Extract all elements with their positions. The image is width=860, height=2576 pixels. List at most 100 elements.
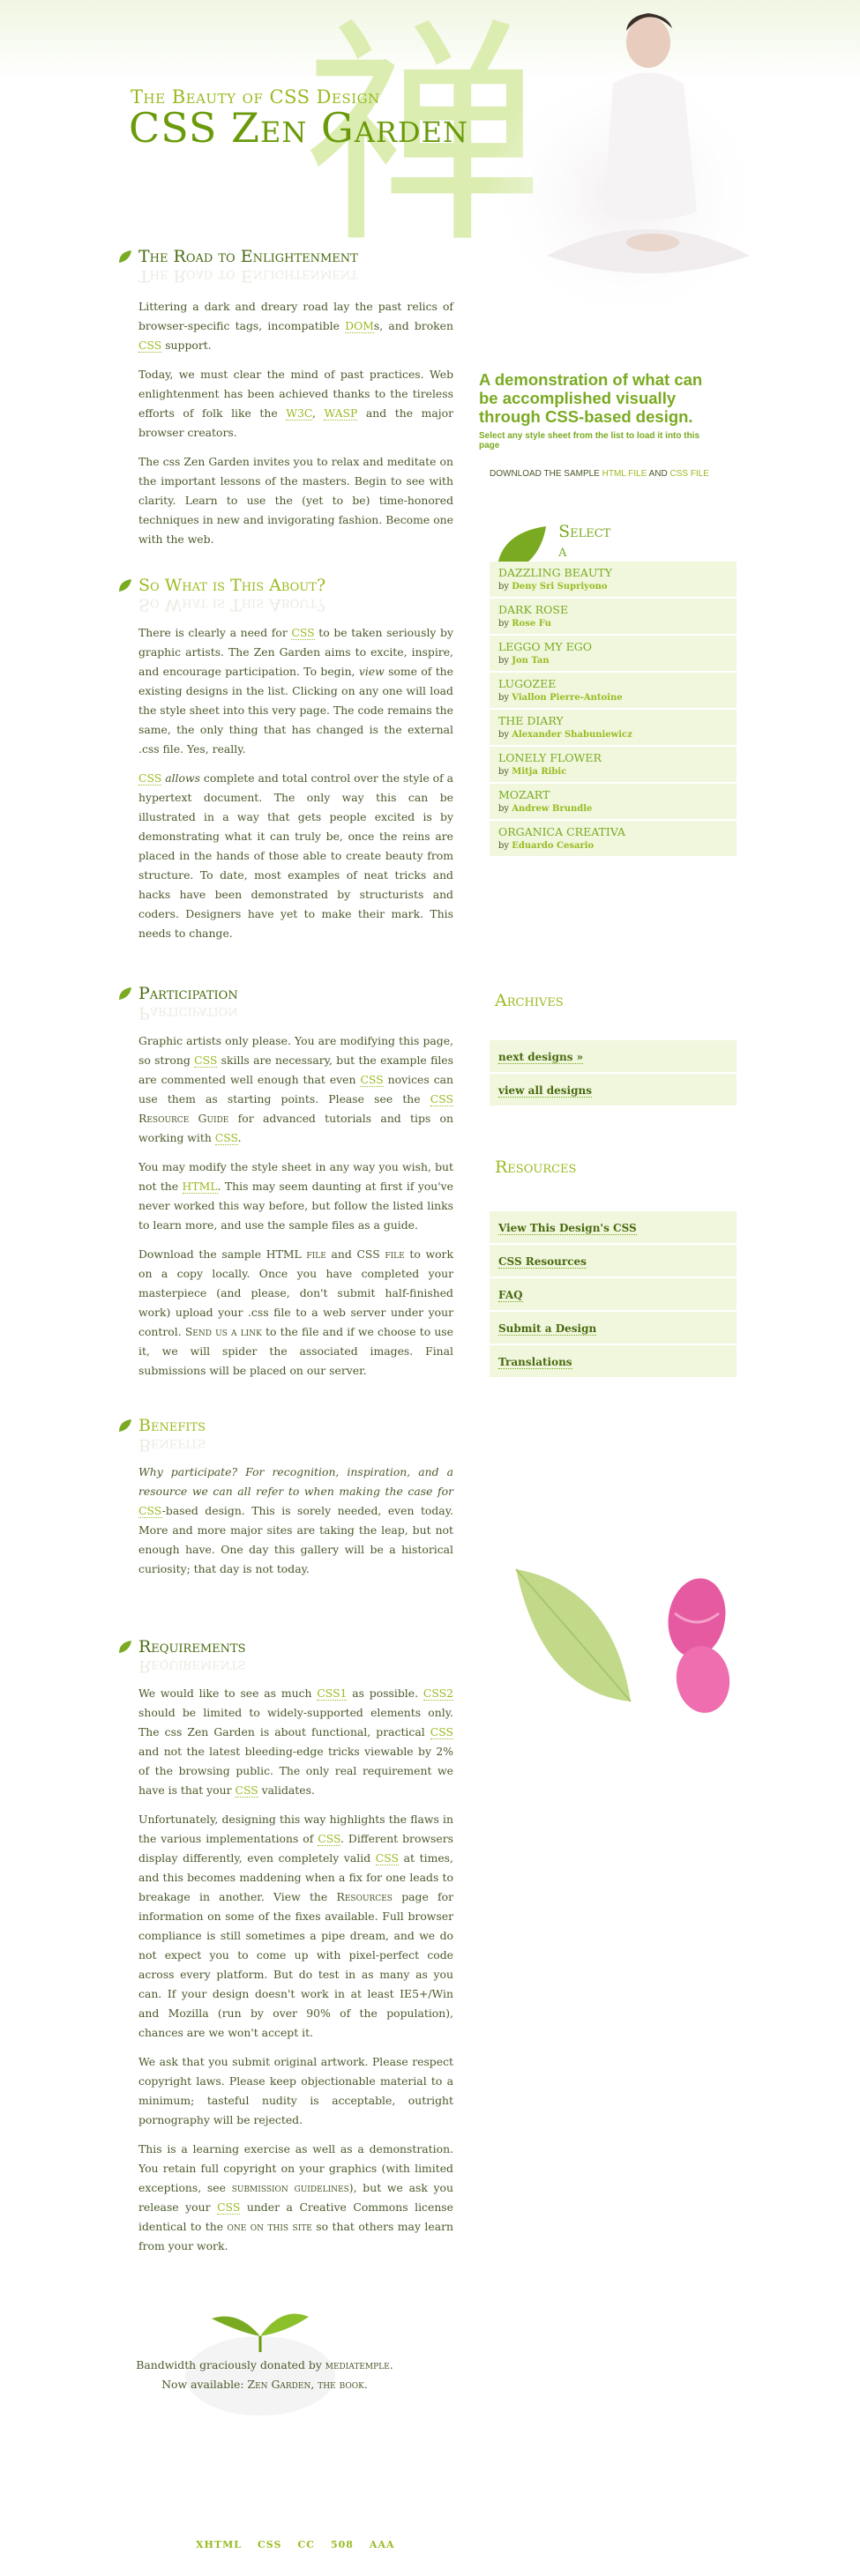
design-author: by Alexander Shabuniewicz (498, 730, 632, 740)
resource-guide-link[interactable]: Resource Guide (138, 1112, 228, 1125)
archive-item-next[interactable]: next designs » (490, 1040, 737, 1074)
design-item[interactable]: Lonely Flower by Mitja Ribic (490, 747, 737, 784)
resource-item[interactable]: FAQ (490, 1278, 737, 1312)
paragraph: You may modify the style sheet in any wa… (138, 1160, 453, 1232)
design-author-link[interactable]: Jon Tan (512, 656, 549, 666)
design-author-link[interactable]: Alexander Shabuniewicz (512, 730, 632, 740)
css-link[interactable]: CSS (430, 1092, 453, 1106)
resources-link[interactable]: Resources (337, 1890, 393, 1903)
resource-item[interactable]: View This Design's CSS (490, 1211, 737, 1245)
dom-link[interactable]: DOM (345, 319, 374, 333)
heading-text: The Road to Enlightenment (138, 247, 358, 266)
resource-item[interactable]: Translations (490, 1345, 737, 1379)
design-name-link[interactable]: Dark Rose (498, 603, 728, 617)
next-designs-link[interactable]: next designs » (498, 1051, 584, 1064)
leaf-and-petals-illustration (515, 1568, 730, 1713)
aaa-link[interactable]: AAA (370, 2539, 395, 2550)
css-link[interactable]: CSS (194, 1053, 218, 1068)
intro-instruction: Select any style sheet from the list to … (479, 431, 700, 450)
design-author-link[interactable]: Andrew Brundle (512, 804, 592, 814)
html-file-link[interactable]: HTML file (266, 1247, 326, 1261)
design-name-link[interactable]: Leggo My Ego (498, 640, 728, 654)
css-link[interactable]: CSS (360, 1073, 384, 1087)
zen-garden-book-link[interactable]: Zen Garden, the book (248, 2378, 364, 2391)
resource-item[interactable]: Submit a Design (490, 1312, 737, 1345)
page-title: CSS Zen Garden (129, 104, 468, 152)
design-author-link[interactable]: Mitja Ribic (512, 767, 566, 777)
section-about: There is clearly a need for CSS to be ta… (138, 623, 453, 953)
design-author-link[interactable]: Rose Fu (512, 619, 551, 629)
send-link[interactable]: Send us a link (185, 1325, 262, 1338)
design-item[interactable]: Dark Rose by Rose Fu (490, 599, 737, 636)
leaf-icon (119, 250, 131, 263)
section-508-link[interactable]: 508 (331, 2539, 354, 2550)
heading-text: Archives (495, 991, 564, 1010)
view-design-css-link[interactable]: View This Design's CSS (498, 1222, 637, 1235)
html-link[interactable]: HTML (182, 1180, 218, 1194)
heading-reflection: So What is This About? (138, 595, 326, 614)
cc-link[interactable]: CC (297, 2539, 315, 2550)
design-list: Dazzling Beauty by Deny Sri Supriyono Dark… (490, 562, 737, 858)
download-html-link[interactable]: html file (602, 469, 647, 479)
translations-link[interactable]: Translations (498, 1356, 572, 1369)
css-file-link[interactable]: CSS file (356, 1247, 404, 1261)
heading-text: So What is This About? (138, 576, 326, 595)
css-link[interactable]: CSS (430, 1725, 453, 1739)
design-name-link[interactable]: Dazzling Beauty (498, 566, 728, 580)
design-item[interactable]: The Diary by Alexander Shabuniewicz (490, 710, 737, 747)
wasp-link[interactable]: WASP (324, 406, 358, 421)
archives-list: next designs » view all designs (490, 1040, 737, 1107)
section-enlightenment: Littering a dark and dreary road lay the… (138, 297, 453, 559)
heading-reflection: Requirements (138, 1657, 246, 1676)
css-link[interactable]: CSS (235, 1783, 258, 1798)
footer-line-bandwidth: Bandwidth graciously donated by mediatem… (136, 2358, 393, 2371)
css-link[interactable]: CSS (375, 1851, 400, 1865)
archive-item-all[interactable]: view all designs (490, 1074, 737, 1107)
xhtml-link[interactable]: XHTML (196, 2539, 242, 2550)
download-css-link[interactable]: css file (670, 469, 709, 479)
license-link[interactable]: one on this site (228, 2220, 312, 2233)
heading-text: Resources (495, 1158, 577, 1177)
faq-link[interactable]: FAQ (498, 1289, 523, 1302)
css-link[interactable]: CSS (318, 1832, 341, 1846)
archives-heading: Archives (490, 991, 564, 1010)
design-name-link[interactable]: Lugozee (498, 677, 728, 691)
design-author: by Andrew Brundle (498, 804, 593, 814)
css2-link[interactable]: CSS2 (423, 1686, 453, 1701)
heading-text: Participation (138, 984, 238, 1003)
submit-design-link[interactable]: Submit a Design (498, 1322, 597, 1336)
css-link[interactable]: CSS (217, 2200, 241, 2215)
design-name-link[interactable]: Organica Creativa (498, 825, 728, 839)
mediatemple-link[interactable]: mediatemple (325, 2358, 390, 2371)
section-requirements: We would like to see as much CSS1 as pos… (138, 1684, 453, 2266)
design-item[interactable]: Dazzling Beauty by Deny Sri Supriyono (490, 562, 737, 599)
design-name-link[interactable]: The Diary (498, 714, 728, 728)
section-benefits: Why participate? For recognition, inspir… (138, 1463, 453, 1589)
css1-link[interactable]: CSS1 (317, 1686, 348, 1701)
design-name-link[interactable]: Mozart (498, 788, 728, 802)
css-link[interactable]: CSS (138, 339, 162, 353)
css-link[interactable]: CSS (214, 1131, 238, 1145)
design-author-link[interactable]: Deny Sri Supriyono (512, 582, 607, 592)
design-item[interactable]: Mozart by Andrew Brundle (490, 784, 737, 821)
design-author-link[interactable]: Eduardo Cesario (512, 841, 594, 851)
submission-guidelines-link[interactable]: submission guidelines (232, 2181, 349, 2194)
design-author: by Eduardo Cesario (498, 841, 595, 851)
css-validation-link[interactable]: CSS (258, 2539, 281, 2550)
w3c-link[interactable]: W3C (286, 406, 312, 421)
view-all-designs-link[interactable]: view all designs (498, 1084, 592, 1098)
intro-tagline: A demonstration of what can be accomplis… (479, 370, 703, 426)
resource-item[interactable]: CSS Resources (490, 1245, 737, 1278)
css-resources-link[interactable]: CSS Resources (498, 1255, 587, 1269)
design-author: by Deny Sri Supriyono (498, 582, 608, 592)
design-name-link[interactable]: Lonely Flower (498, 751, 728, 765)
css-link[interactable]: CSS (291, 626, 315, 640)
design-item[interactable]: Lugozee by Viallon Pierre-Antoine (490, 673, 737, 710)
design-item[interactable]: Leggo My Ego by Jon Tan (490, 636, 737, 673)
css-link[interactable]: CSS (138, 1504, 162, 1518)
design-item[interactable]: Organica Creativa by Eduardo Cesario (490, 821, 737, 858)
paragraph: We ask that you submit original artwork.… (138, 2055, 453, 2126)
css-link[interactable]: CSS (138, 771, 162, 785)
paragraph: Littering a dark and dreary road lay the… (138, 300, 453, 353)
design-author-link[interactable]: Viallon Pierre-Antoine (512, 693, 622, 703)
